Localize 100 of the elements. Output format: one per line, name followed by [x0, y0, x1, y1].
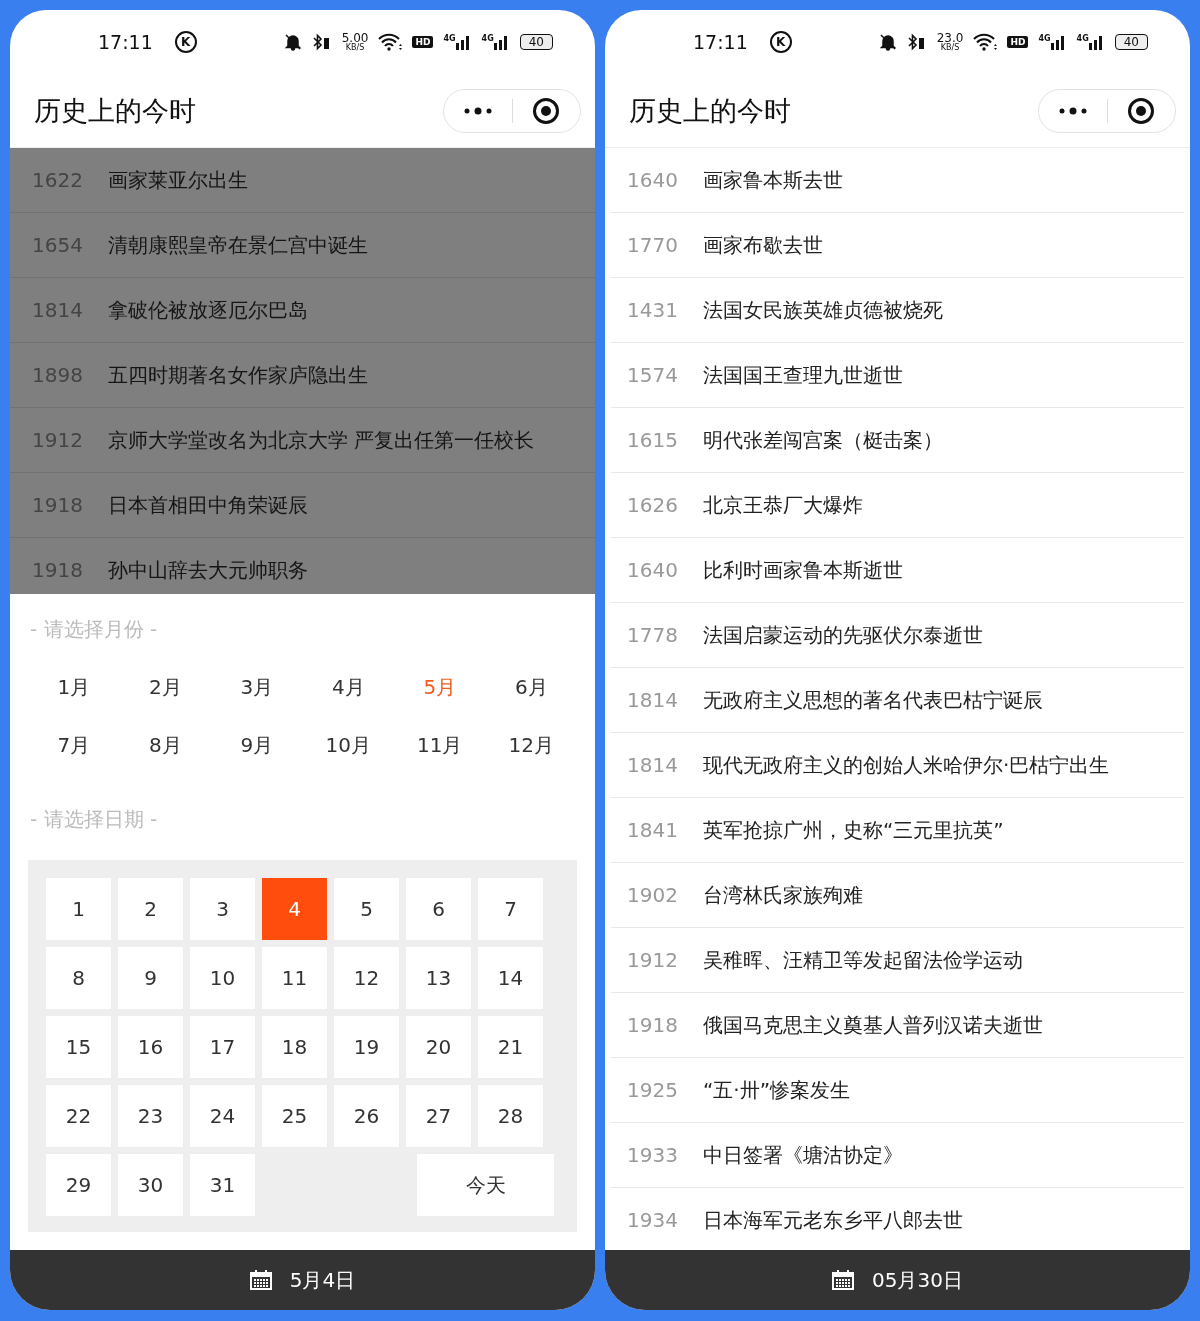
event-row[interactable]: 1640 画家鲁本斯去世 — [611, 148, 1184, 213]
month-option[interactable]: 4月 — [302, 668, 394, 706]
event-row[interactable]: 1574 法国国王查理九世逝世 — [611, 343, 1184, 408]
month-option[interactable]: 9月 — [211, 726, 303, 764]
bluetooth-icon — [906, 33, 927, 51]
event-title: 拿破伦被放逐厄尔巴岛 — [108, 296, 308, 324]
day-button[interactable]: 2 — [118, 878, 183, 940]
day-button[interactable]: 27 — [406, 1085, 471, 1147]
day-button[interactable]: 18 — [262, 1016, 327, 1078]
day-button[interactable]: 24 — [190, 1085, 255, 1147]
event-row[interactable]: 1898 五四时期著名女作家庐隐出生 — [10, 343, 595, 408]
event-row[interactable]: 1431 法国女民族英雄贞德被烧死 — [611, 278, 1184, 343]
day-button[interactable]: 13 — [406, 947, 471, 1009]
month-option[interactable]: 2月 — [119, 668, 211, 706]
day-button[interactable]: 9 — [118, 947, 183, 1009]
day-button[interactable]: 3 — [190, 878, 255, 940]
event-title: 孙中山辞去大元帅职务 — [108, 556, 308, 584]
day-button[interactable]: 19 — [334, 1016, 399, 1078]
month-option[interactable]: 1月 — [28, 668, 120, 706]
day-button[interactable]: 29 — [46, 1154, 111, 1216]
wifi-icon — [973, 33, 998, 51]
event-title: 台湾林氏家族殉难 — [703, 881, 863, 909]
target-icon[interactable] — [1127, 96, 1156, 125]
day-button[interactable]: 8 — [46, 947, 111, 1009]
signal-icon — [1050, 34, 1067, 50]
event-row[interactable]: 1640 比利时画家鲁本斯逝世 — [611, 538, 1184, 603]
more-icon[interactable] — [1057, 106, 1088, 115]
event-row[interactable]: 1933 中日签署《塘沽协定》 — [611, 1123, 1184, 1188]
event-row[interactable]: 1918 俄国马克思主义奠基人普列汉诺夫逝世 — [611, 993, 1184, 1058]
month-option[interactable]: 12月 — [485, 726, 577, 764]
event-title: 法国女民族英雄贞德被烧死 — [703, 296, 943, 324]
event-row[interactable]: 1902 台湾林氏家族殉难 — [611, 863, 1184, 928]
day-button[interactable]: 10 — [190, 947, 255, 1009]
day-button[interactable]: 16 — [118, 1016, 183, 1078]
day-button[interactable]: 12 — [334, 947, 399, 1009]
month-option[interactable]: 10月 — [302, 726, 394, 764]
speed-value: 5.00 — [341, 32, 369, 44]
hd-badge: HD — [1007, 36, 1029, 48]
month-option[interactable]: 3月 — [211, 668, 303, 706]
network-label: 4G — [1038, 34, 1051, 43]
event-row[interactable]: 1615 明代张差闯宫案（梃击案） — [611, 408, 1184, 473]
day-button[interactable]: 1 — [46, 878, 111, 940]
date-bar[interactable]: 5月4日 — [10, 1250, 595, 1310]
event-title: 法国启蒙运动的先驱伏尔泰逝世 — [703, 621, 983, 649]
day-button[interactable]: 17 — [190, 1016, 255, 1078]
status-badge: K — [174, 31, 197, 53]
event-row[interactable]: 1918 日本首相田中角荣诞辰 — [10, 473, 595, 538]
event-row[interactable]: 1814 无政府主义思想的著名代表巴枯宁诞辰 — [611, 668, 1184, 733]
network-label: 4G — [443, 34, 456, 43]
event-row[interactable]: 1912 吴稚晖、汪精卫等发起留法俭学运动 — [611, 928, 1184, 993]
more-icon[interactable] — [462, 106, 493, 115]
network-label: 4G — [1076, 34, 1089, 43]
event-row[interactable]: 1925 “五·卅”惨案发生 — [611, 1058, 1184, 1123]
event-year: 1814 — [31, 298, 84, 322]
day-button[interactable]: 7 — [478, 878, 543, 940]
calendar-icon — [249, 1270, 272, 1290]
event-row[interactable]: 1778 法国启蒙运动的先驱伏尔泰逝世 — [611, 603, 1184, 668]
event-row[interactable]: 1814 拿破伦被放逐厄尔巴岛 — [10, 278, 595, 343]
status-badge: K — [769, 31, 792, 53]
event-row[interactable]: 1841 英军抢掠广州，史称“三元里抗英” — [611, 798, 1184, 863]
month-option[interactable]: 7月 — [28, 726, 120, 764]
event-year: 1626 — [626, 493, 679, 517]
battery-indicator: 40 — [1114, 34, 1148, 50]
signal-icon — [493, 34, 510, 50]
event-row[interactable]: 1770 画家布歇去世 — [611, 213, 1184, 278]
event-row[interactable]: 1918 孙中山辞去大元帅职务 — [10, 538, 595, 594]
section-label: - 请选择月份 - — [29, 616, 159, 643]
day-button[interactable]: 25 — [262, 1085, 327, 1147]
day-button[interactable]: 22 — [46, 1085, 111, 1147]
event-title: 京师大学堂改名为北京大学 严复出任第一任校长 — [108, 426, 535, 454]
day-button[interactable]: 14 — [478, 947, 543, 1009]
event-year: 1918 — [31, 493, 84, 517]
event-row[interactable]: 1814 现代无政府主义的创始人米哈伊尔·巴枯宁出生 — [611, 733, 1184, 798]
day-button[interactable]: 31 — [190, 1154, 255, 1216]
today-button[interactable]: 今天 — [417, 1154, 554, 1216]
event-year: 1933 — [626, 1143, 679, 1167]
event-row[interactable]: 1626 北京王恭厂大爆炸 — [611, 473, 1184, 538]
event-row[interactable]: 1912 京师大学堂改名为北京大学 严复出任第一任校长 — [10, 408, 595, 473]
day-button[interactable]: 15 — [46, 1016, 111, 1078]
event-year: 1654 — [31, 233, 84, 257]
target-icon[interactable] — [532, 96, 561, 125]
page-title: 历史上的今时 — [34, 93, 197, 128]
event-year: 1912 — [31, 428, 84, 452]
day-button[interactable]: 11 — [262, 947, 327, 1009]
day-button[interactable]: 6 — [406, 878, 471, 940]
day-button[interactable]: 20 — [406, 1016, 471, 1078]
event-title: 明代张差闯宫案（梃击案） — [703, 426, 943, 454]
event-row[interactable]: 1654 清朝康熙皇帝在景仁宫中诞生 — [10, 213, 595, 278]
day-button[interactable]: 28 — [478, 1085, 543, 1147]
date-bar[interactable]: 05月30日 — [605, 1250, 1190, 1310]
day-button[interactable]: 21 — [478, 1016, 543, 1078]
event-year: 1778 — [626, 623, 679, 647]
month-option[interactable]: 6月 — [485, 668, 577, 706]
day-button[interactable]: 26 — [334, 1085, 399, 1147]
month-option[interactable]: 11月 — [394, 726, 486, 764]
day-button[interactable]: 5 — [334, 878, 399, 940]
day-button[interactable]: 23 — [118, 1085, 183, 1147]
month-option[interactable]: 8月 — [119, 726, 211, 764]
event-row[interactable]: 1622 画家莱亚尔出生 — [10, 148, 595, 213]
day-button[interactable]: 30 — [118, 1154, 183, 1216]
